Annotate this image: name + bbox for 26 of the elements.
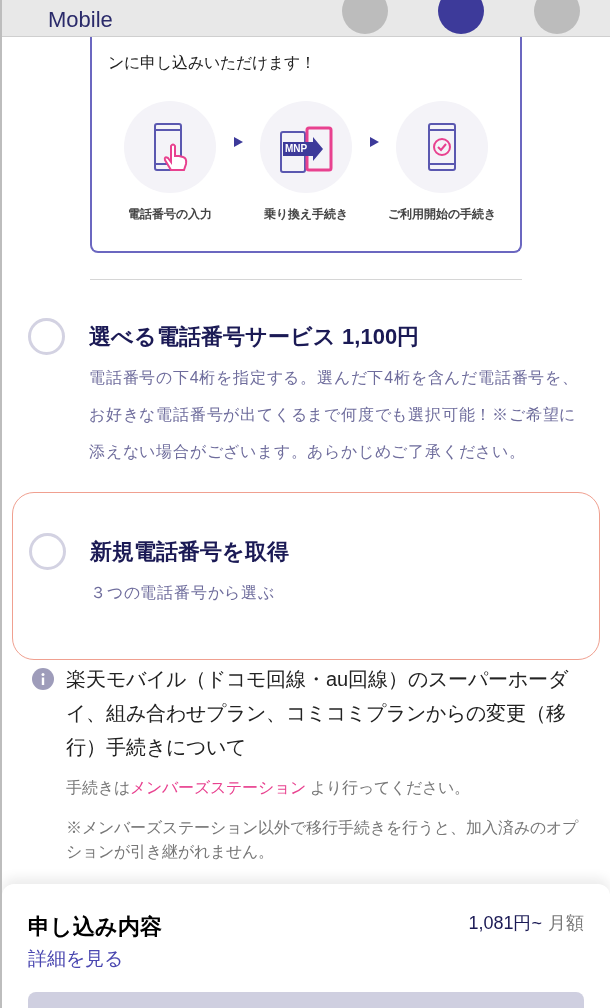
radio-button[interactable] [28,318,65,355]
triangle-arrow-icon [369,137,379,147]
price-period: 月額 [548,912,584,935]
option-card[interactable]: 選べる電話番号サービス 1,100円 電話番号の下4桁を指定する。選んだ下4桁を含んだ電話番号を、お好きな電話番号が出てくるまで何度でも選択可能！※ご希望に添えない場合がございます。あらかじめご了承ください。 [12,302,600,470]
submit-button[interactable] [28,991,584,1008]
step-label: ご利用開始の手続き [388,206,496,223]
step-label: 乗り換え手続き [264,206,348,223]
details-link[interactable]: 詳細を見る [28,945,123,974]
notice-text: 手続きはメンバーズステーション より行ってください。 [66,778,472,798]
logo[interactable]: Mobile [48,8,113,32]
summary-title: 申し込み内容 [28,913,162,941]
members-station-link[interactable]: メンバーズステーション [130,779,306,796]
mnp-label: MNP [285,142,308,156]
step-label: 電話番号の入力 [128,206,212,223]
radio-button[interactable] [29,533,66,570]
option-title: 新規電話番号を取得 [90,538,289,566]
info-icon [32,668,54,690]
notice-title: 楽天モバイル（ドコモ回線・au回線）のスーパーホーダイ、組み合わせプラン、コミコミプランからの変更（移行）手続きについて [66,667,570,760]
triangle-arrow-icon [233,137,243,147]
notice-note: ※メンバーズステーション以外で移行手続きを行うと、加入済みのオプションが引き継がれません。 [66,818,580,862]
option-description: ３つの電話番号から選ぶ [90,583,276,603]
option-title: 選べる電話番号サービス 1,100円 [89,323,421,351]
info-text: ンに申し込みいただけます！ [108,53,317,73]
option-description: 電話番号の下4桁を指定する。選んだ下4桁を含んだ電話番号を、お好きな電話番号が出てくるまで何度でも選択可能！※ご希望に添えない場合がございます。あらかじめご了承ください。 [89,368,580,462]
price: 1,081円~ [468,912,542,935]
option-card[interactable]: 新規電話番号を取得 ３つの電話番号から選ぶ [12,492,600,660]
